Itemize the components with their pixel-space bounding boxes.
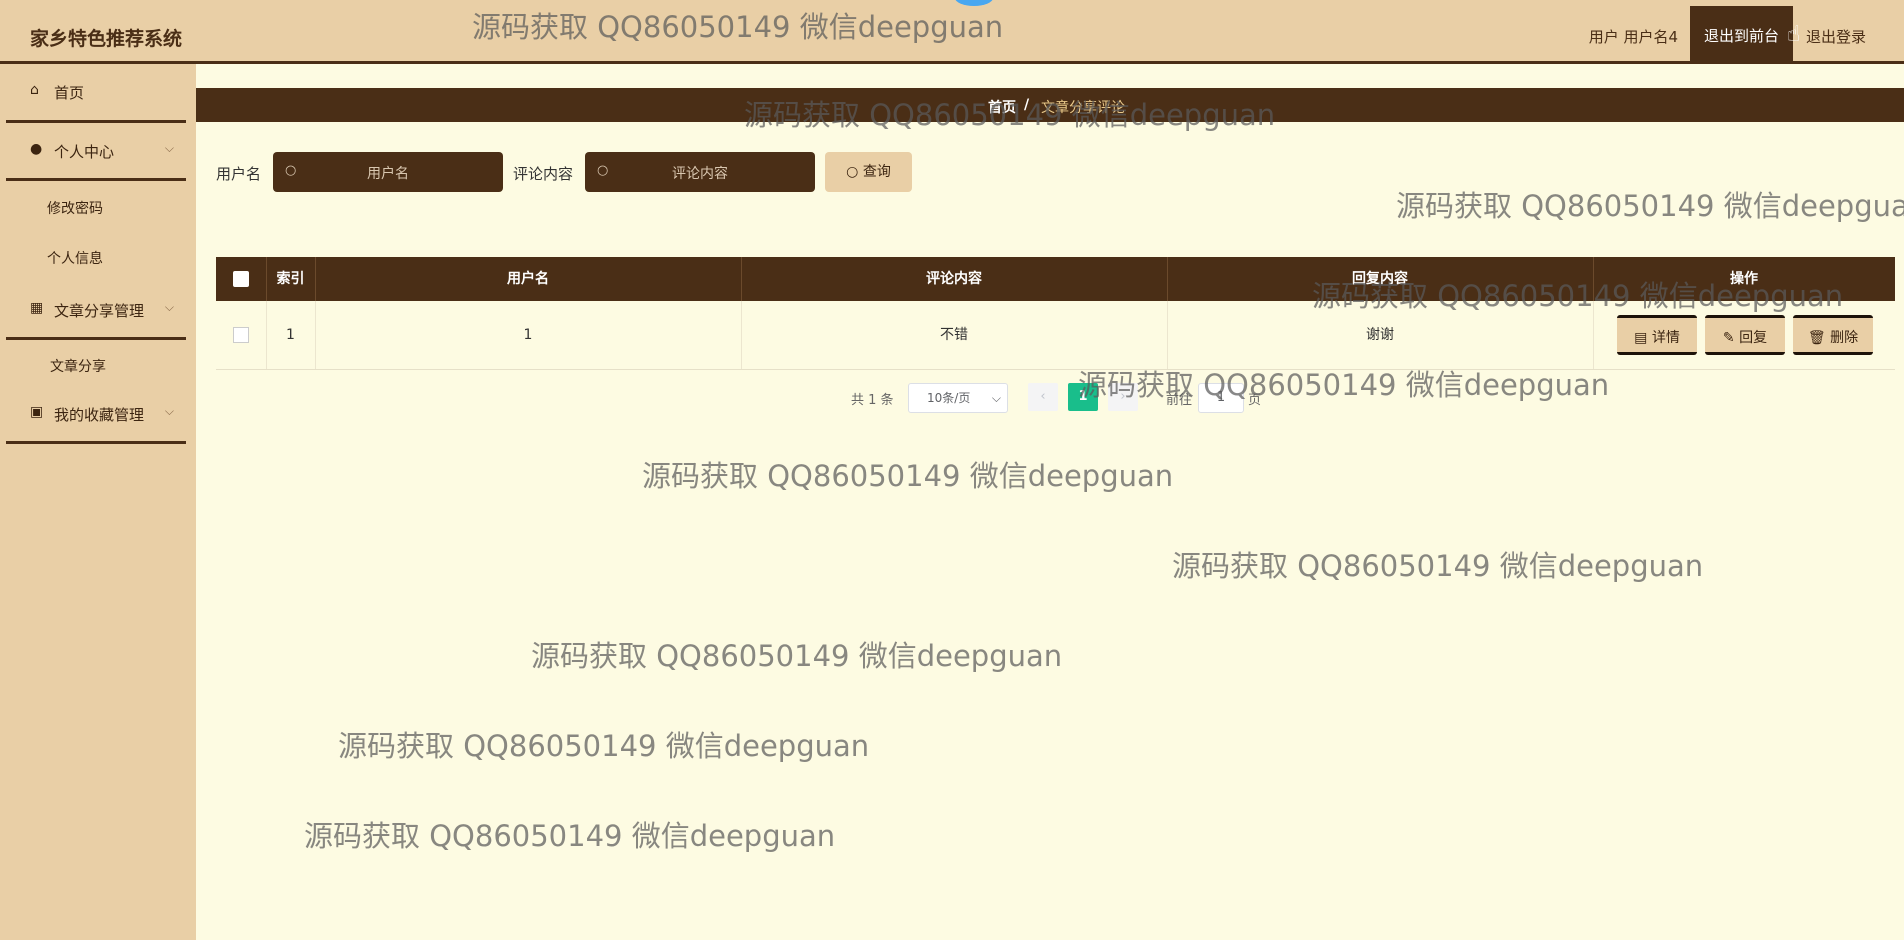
watermark: 源码获取 QQ86050149 微信deepguan	[531, 639, 1063, 673]
page-size-select[interactable]: 10条/页 ⌵	[908, 383, 1008, 413]
column-header-username: 用户名	[315, 257, 742, 301]
exit-to-front-button[interactable]: 退出到前台	[1690, 6, 1793, 64]
sidebar-item-favorites-management[interactable]: ▣ 我的收藏管理 ⌵	[6, 404, 186, 424]
search-icon: ○	[846, 164, 859, 180]
watermark: 源码获取 QQ86050149 微信deepguan	[338, 729, 870, 763]
column-header-actions: 操作	[1730, 271, 1758, 287]
breadcrumb: 首页 / 文章分享评论	[196, 88, 1904, 122]
select-all-checkbox[interactable]	[233, 271, 249, 287]
next-page-button[interactable]: ›	[1108, 383, 1138, 411]
sidebar-item-label: 我的收藏管理	[54, 406, 145, 424]
chevron-down-icon: ⌵	[991, 391, 1001, 405]
top-header: 家乡特色推荐系统 用户 用户名4 退出到前台 退出登录	[0, 0, 1904, 64]
divider	[6, 120, 186, 123]
row-checkbox[interactable]	[233, 327, 249, 343]
reply-button-label: 回复	[1739, 330, 1768, 346]
current-user: 用户 用户名4	[1588, 28, 1678, 46]
prev-page-button[interactable]: ‹	[1028, 383, 1058, 411]
page-number-button[interactable]: 1	[1068, 383, 1098, 411]
query-button[interactable]: ○ 查询	[825, 152, 912, 192]
select-all-cell	[216, 257, 267, 301]
column-header-index: 索引	[266, 257, 316, 301]
chevron-down-icon: ⌵	[164, 300, 174, 314]
divider	[6, 178, 186, 181]
sidebar-item-article-share-management[interactable]: ▦ 文章分享管理 ⌵	[6, 300, 186, 320]
goto-page-input[interactable]: 1	[1198, 383, 1244, 413]
sidebar-subitem-change-password[interactable]: 修改密码	[47, 198, 103, 218]
comment-placeholder: 评论内容	[672, 166, 728, 182]
sidebar-subitem-article-share[interactable]: 文章分享	[50, 356, 106, 376]
divider	[6, 441, 186, 444]
sidebar-item-label: 个人中心	[54, 143, 115, 161]
edit-icon: ✎	[1722, 330, 1735, 346]
watermark: 源码获取 QQ86050149 微信deepguan	[1396, 189, 1904, 223]
comment-search-input[interactable]: ○ 评论内容	[585, 152, 815, 192]
sidebar-item-label: 首页	[54, 84, 85, 102]
sidebar-item-personal-center[interactable]: ● 个人中心 ⌵	[6, 141, 186, 161]
user-icon: ●	[30, 141, 43, 157]
table-row: 1 1 不错 谢谢 ▤ 详情 ✎ 回复 🗑 删除	[216, 301, 1895, 370]
table-header: 索引 用户名 评论内容 回复内容 操作	[216, 257, 1895, 301]
reply-button[interactable]: ✎ 回复	[1705, 315, 1785, 355]
query-button-label: 查询	[862, 164, 891, 180]
watermark: 源码获取 QQ86050149 微信deepguan	[304, 819, 836, 853]
divider	[6, 337, 186, 340]
logout-button[interactable]: 退出登录	[1806, 26, 1866, 47]
grid-icon: ▦	[30, 300, 44, 316]
cell-comment: 不错	[741, 301, 1168, 369]
cell-reply: 谢谢	[1167, 301, 1594, 369]
column-header-reply: 回复内容	[1167, 257, 1594, 301]
sidebar-item-home[interactable]: ⌂ 首页	[6, 82, 186, 102]
trash-icon: 🗑	[1807, 330, 1826, 346]
watermark: 源码获取 QQ86050149 微信deepguan	[642, 459, 1174, 493]
page-suffix: 页	[1248, 393, 1262, 408]
username-placeholder: 用户名	[367, 166, 409, 182]
delete-button-label: 删除	[1830, 330, 1859, 346]
username-label: 用户名	[216, 165, 262, 183]
chevron-down-icon: ⌵	[164, 141, 174, 155]
column-header-comment: 评论内容	[741, 257, 1168, 301]
row-select-cell	[216, 301, 267, 369]
cell-username: 1	[315, 301, 742, 369]
sidebar-subitem-personal-info[interactable]: 个人信息	[47, 248, 103, 268]
goto-label: 前往	[1166, 393, 1193, 408]
watermark: 源码获取 QQ86050149 微信deepguan	[1172, 549, 1704, 583]
detail-button[interactable]: ▤ 详情	[1617, 315, 1697, 355]
chevron-down-icon: ⌵	[164, 404, 174, 418]
cell-index: 1	[266, 301, 316, 369]
pagination-total: 共 1 条	[851, 393, 894, 408]
breadcrumb-separator: /	[1024, 97, 1030, 113]
sidebar-item-label: 文章分享管理	[54, 302, 145, 320]
username-search-input[interactable]: ○ 用户名	[273, 152, 503, 192]
delete-button[interactable]: 🗑 删除	[1793, 315, 1873, 355]
page-size-value: 10条/页	[927, 391, 971, 405]
sidebar: ⌂ 首页 ● 个人中心 ⌵ 修改密码 个人信息 ▦ 文章分享管理 ⌵ 文章分享 …	[0, 64, 196, 940]
mouse-cursor-icon: ☝	[1787, 22, 1801, 47]
breadcrumb-current: 文章分享评论	[1041, 100, 1125, 116]
breadcrumb-home[interactable]: 首页	[988, 97, 1016, 117]
detail-button-label: 详情	[1651, 330, 1680, 346]
clipboard-icon: ▣	[30, 404, 44, 420]
home-icon: ⌂	[30, 82, 39, 98]
document-icon: ▤	[1634, 330, 1648, 346]
app-title: 家乡特色推荐系统	[30, 28, 183, 50]
comment-label: 评论内容	[513, 165, 574, 183]
